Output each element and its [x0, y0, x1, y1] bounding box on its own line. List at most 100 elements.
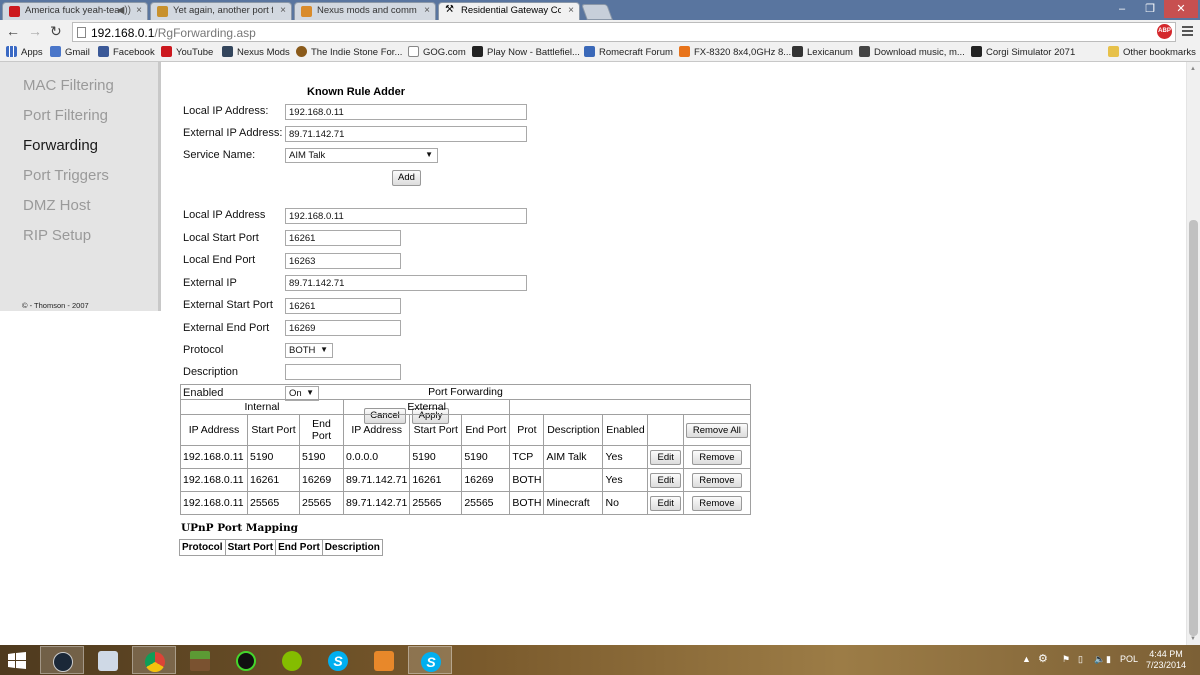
bookmark-other[interactable]: Other bookmarks: [1108, 46, 1196, 58]
nav-dmz-host[interactable]: DMZ Host: [23, 197, 91, 214]
local-end-port-input[interactable]: 16263: [285, 253, 401, 269]
tray-expand-icon[interactable]: ▲: [1022, 654, 1031, 664]
minimize-button[interactable]: –: [1110, 0, 1134, 18]
remove-all-button[interactable]: Remove All: [685, 422, 748, 438]
column-header: End Port: [461, 414, 511, 446]
tab-label: America fuck yeah-tea: [25, 5, 120, 16]
steam-tray-icon[interactable]: ⚙: [1038, 652, 1048, 665]
table-cell: Yes: [602, 445, 649, 469]
upnp-title: UPnP Port Mapping: [181, 522, 298, 534]
taskbar-skype-2[interactable]: S: [408, 646, 452, 674]
adblock-icon[interactable]: ABP: [1157, 24, 1172, 39]
page-icon: [77, 27, 86, 38]
table-cell: [543, 468, 604, 492]
nav-port-triggers[interactable]: Port Triggers: [23, 167, 109, 184]
bookmark-corgi[interactable]: Corgi Simulator 2071: [971, 46, 1075, 58]
close-icon[interactable]: ×: [424, 5, 430, 16]
local-start-port-input[interactable]: 16261: [285, 230, 401, 246]
adder-local-ip-input[interactable]: 192.168.0.11: [285, 104, 527, 120]
edit-button[interactable]: Edit: [650, 472, 681, 488]
scroll-down-icon[interactable]: ▼: [1190, 636, 1196, 642]
bookmark-label: Play Now - Battlefiel...: [487, 47, 580, 58]
remove-button[interactable]: Remove: [692, 495, 742, 511]
browser-tab[interactable]: America fuck yeah-tea ◀)) ×: [2, 2, 148, 20]
description-input[interactable]: [285, 364, 401, 380]
bookmark-indie-stone[interactable]: The Indie Stone For...: [296, 46, 402, 58]
taskbar-skype[interactable]: S: [316, 646, 360, 674]
page-scrollbar[interactable]: ▲ ▼: [1186, 62, 1200, 645]
table-row: 192.168.0.11 25565 25565 89.71.142.71 25…: [180, 491, 751, 515]
close-window-button[interactable]: ✕: [1164, 0, 1198, 18]
reload-icon[interactable]: ↻: [50, 23, 62, 40]
browser-tab[interactable]: Nexus mods and commun ×: [294, 2, 436, 20]
bookmark-battlefield[interactable]: Play Now - Battlefiel...: [472, 46, 580, 58]
remove-button[interactable]: Remove: [692, 472, 742, 488]
clock[interactable]: 4:44 PM 7/23/2014: [1140, 649, 1192, 671]
external-start-port-label: External Start Port: [183, 299, 273, 311]
taskbar-minecraft[interactable]: [178, 646, 222, 674]
browser-tab-active[interactable]: ⚒ Residential Gateway Confi ×: [438, 2, 580, 20]
bookmark-lexicanum[interactable]: Lexicanum: [792, 46, 853, 58]
nav-mac-filtering[interactable]: MAC Filtering: [23, 77, 114, 94]
close-icon[interactable]: ×: [568, 5, 574, 16]
taskbar-spotify[interactable]: [270, 646, 314, 674]
bookmark-apps[interactable]: Apps: [6, 46, 43, 58]
nav-forwarding[interactable]: Forwarding: [23, 137, 98, 154]
bookmark-nexus-mods[interactable]: Nexus Mods: [222, 46, 290, 58]
apps-icon: [6, 46, 17, 57]
service-name-label: Service Name:: [183, 149, 256, 161]
tab-label: Nexus mods and commun: [317, 5, 417, 16]
volume-icon[interactable]: 🔈: [1094, 654, 1105, 665]
bookmark-label: Facebook: [113, 47, 155, 58]
youtube-icon: [9, 6, 20, 17]
adder-external-ip-input[interactable]: 89.71.142.71: [285, 126, 527, 142]
bookmark-fx8320[interactable]: FX-8320 8x4,0GHz 8...: [679, 46, 791, 58]
protocol-select[interactable]: BOTH ▼: [285, 343, 333, 358]
new-tab-button[interactable]: [581, 4, 613, 20]
taskbar-razer[interactable]: [224, 646, 268, 674]
close-icon[interactable]: ×: [280, 5, 286, 16]
taskbar-nexus[interactable]: [362, 646, 406, 674]
bookmark-gog[interactable]: GOG.com: [408, 46, 466, 58]
network-icon[interactable]: ▮: [1106, 654, 1111, 665]
forward-icon[interactable]: →: [28, 23, 42, 39]
restore-button[interactable]: ❐: [1138, 0, 1162, 18]
bookmark-romecraft[interactable]: Romecraft Forum: [584, 46, 673, 58]
scrollbar-thumb[interactable]: [1189, 220, 1198, 636]
add-button[interactable]: Add: [392, 170, 421, 186]
bookmark-facebook[interactable]: Facebook: [98, 46, 155, 58]
bookmark-youtube[interactable]: YouTube: [161, 46, 213, 58]
remove-cell: Remove: [682, 468, 751, 492]
taskbar-chrome[interactable]: [132, 646, 176, 674]
local-start-port-label: Local Start Port: [183, 232, 259, 244]
taskbar-explorer[interactable]: [86, 646, 130, 674]
flag-icon[interactable]: ⚑: [1062, 654, 1070, 665]
taskbar-steam[interactable]: [40, 646, 84, 674]
nav-port-filtering[interactable]: Port Filtering: [23, 107, 108, 124]
windows-start-icon[interactable]: [8, 652, 26, 669]
edit-button[interactable]: Edit: [650, 449, 681, 465]
external-end-port-input[interactable]: 16269: [285, 320, 401, 336]
remove-button[interactable]: Remove: [692, 449, 742, 465]
browser-tab[interactable]: Yet again, another port fo ×: [150, 2, 292, 20]
url-host: 192.168.0.1: [91, 26, 155, 40]
table-row: 192.168.0.11 5190 5190 0.0.0.0 5190 5190…: [180, 445, 751, 469]
language-indicator[interactable]: POL: [1120, 654, 1138, 664]
back-icon[interactable]: ←: [6, 23, 20, 39]
dropdown-arrow-icon: ▼: [425, 150, 433, 159]
local-ip-input[interactable]: 192.168.0.11: [285, 208, 527, 224]
scroll-up-icon[interactable]: ▲: [1190, 66, 1196, 72]
address-bar[interactable]: 192.168.0.1/RgForwarding.asp ☆: [72, 22, 1176, 42]
sidebar: MAC Filtering Port Filtering Forwarding …: [0, 62, 161, 311]
nav-rip-setup[interactable]: RIP Setup: [23, 227, 91, 244]
power-icon[interactable]: ▯: [1078, 654, 1083, 665]
close-icon[interactable]: ×: [136, 5, 142, 16]
menu-icon[interactable]: [1182, 26, 1193, 38]
nexus-icon: [222, 46, 233, 57]
bookmark-gmail[interactable]: Gmail: [50, 46, 90, 58]
external-start-port-input[interactable]: 16261: [285, 298, 401, 314]
service-name-select[interactable]: AIM Talk ▼: [285, 148, 438, 163]
edit-button[interactable]: Edit: [650, 495, 681, 511]
external-ip-input[interactable]: 89.71.142.71: [285, 275, 527, 291]
bookmark-download-music[interactable]: Download music, m...: [859, 46, 965, 58]
